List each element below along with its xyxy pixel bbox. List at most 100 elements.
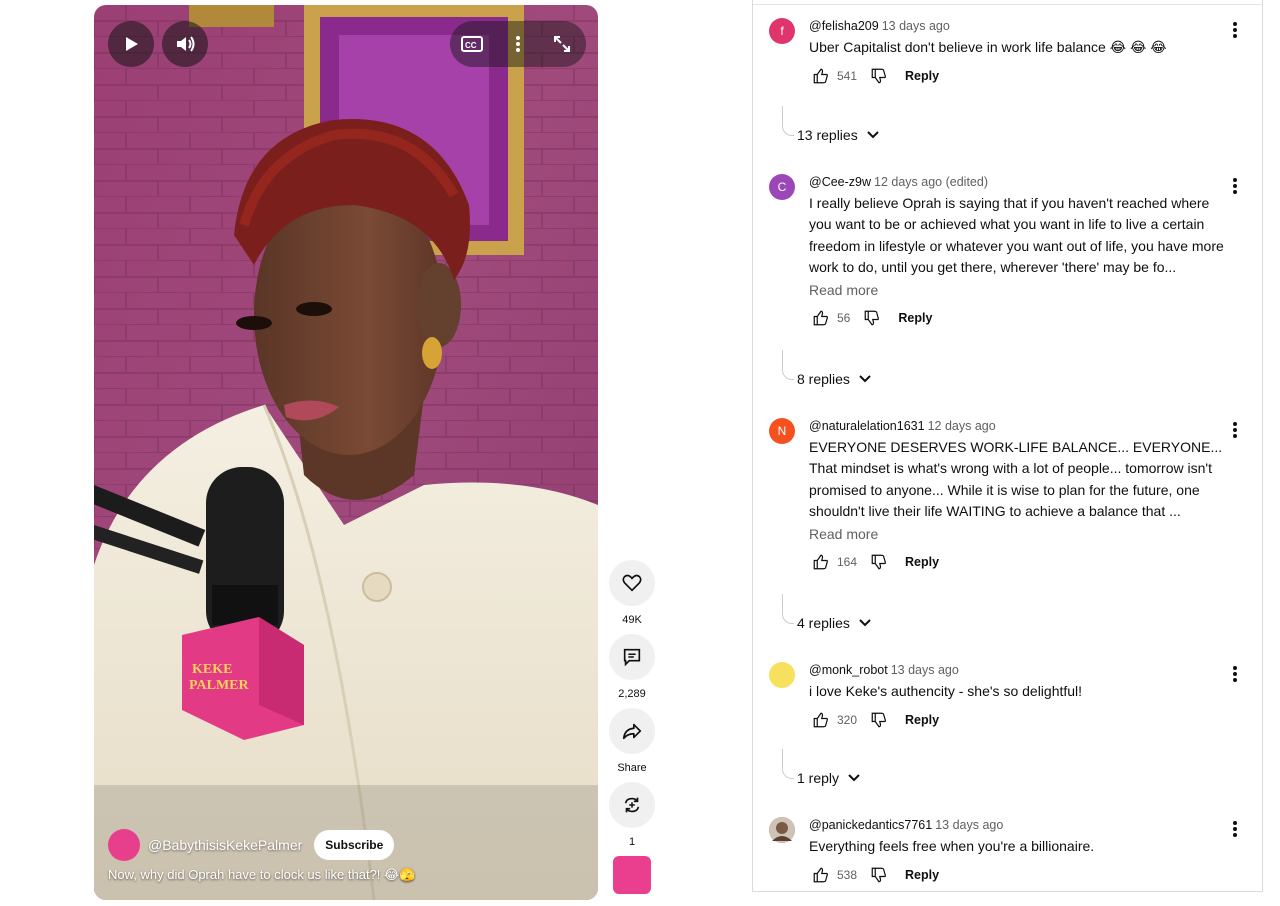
channel-name[interactable]: @BabythisisKekePalmer	[148, 837, 302, 853]
player-controls-pill: CC	[450, 21, 586, 67]
comments-button[interactable]	[609, 634, 655, 680]
thread-connector	[782, 350, 794, 380]
replies-toggle[interactable]: 13 replies	[797, 127, 880, 143]
comment-text: i love Keke's authencity - she's so deli…	[809, 683, 1083, 699]
read-more-link[interactable]: Read more	[809, 282, 878, 298]
chevron-down-icon	[866, 131, 879, 139]
more-options-button[interactable]	[496, 21, 540, 67]
comment-author[interactable]: @felisha209	[809, 19, 879, 33]
read-more-link[interactable]: Read more	[809, 526, 878, 542]
share-label: Share	[617, 762, 647, 774]
chevron-down-icon	[859, 375, 871, 383]
thumb-down-icon	[871, 867, 887, 883]
comment-avatar[interactable]: C	[769, 174, 795, 200]
replies-toggle[interactable]: 4 replies	[797, 615, 872, 631]
thumb-up-icon	[813, 554, 828, 570]
kebab-icon	[1233, 666, 1237, 682]
comment-avatar[interactable]: f	[769, 18, 795, 44]
replies-toggle[interactable]: 1 reply	[797, 770, 861, 786]
heart-icon	[622, 574, 642, 592]
comment-menu-button[interactable]	[1223, 418, 1247, 442]
reply-button[interactable]: Reply	[905, 69, 939, 83]
comment-avatar[interactable]	[769, 662, 795, 688]
reply-button[interactable]: Reply	[905, 555, 939, 569]
comment-text: Uber Capitalist don't believe in work li…	[809, 39, 1167, 55]
thumb-down-icon	[865, 310, 880, 326]
thumb-down-icon	[871, 68, 887, 84]
video-caption: Now, why did Oprah have to clock us like…	[108, 867, 416, 882]
like-comment-button[interactable]	[809, 306, 833, 330]
share-button[interactable]	[609, 708, 655, 754]
comment-menu-button[interactable]	[1223, 174, 1247, 198]
replies-count: 1 reply	[797, 770, 840, 786]
like-comment-button[interactable]	[809, 550, 833, 574]
cc-icon: CC	[461, 36, 483, 52]
like-count: 538	[837, 868, 858, 883]
comment-time[interactable]: 13 days ago	[891, 663, 959, 677]
fullscreen-button[interactable]	[540, 21, 584, 67]
replies-toggle[interactable]: 8 replies	[797, 371, 872, 387]
thumb-up-icon	[813, 867, 828, 883]
svg-text:PALMER: PALMER	[189, 678, 250, 693]
comment-avatar[interactable]	[769, 817, 795, 843]
like-comment-button[interactable]	[809, 64, 833, 88]
comment-author[interactable]: @Cee-z9w	[809, 175, 871, 189]
chevron-down-icon	[859, 619, 871, 627]
comment-menu-button[interactable]	[1223, 18, 1247, 42]
comment-time[interactable]: 13 days ago	[882, 19, 950, 33]
thumb-down-icon	[871, 554, 887, 570]
video-player[interactable]: KEKE PALMER CC @BabythisisKekePalmer Sub…	[94, 5, 598, 900]
share-icon	[622, 723, 642, 740]
dislike-comment-button[interactable]	[867, 64, 891, 88]
play-button[interactable]	[108, 21, 154, 67]
captions-button[interactable]: CC	[450, 21, 494, 67]
comment-action: 2,289	[608, 634, 656, 702]
like-count: 164	[837, 555, 858, 569]
volume-icon	[177, 36, 195, 52]
dislike-comment-button[interactable]	[860, 306, 884, 330]
thread-connector	[782, 749, 794, 779]
action-column: 49K 2,289 Share 1	[608, 560, 656, 856]
reply-button[interactable]: Reply	[898, 311, 932, 325]
avatar-photo	[769, 817, 795, 843]
dislike-comment-button[interactable]	[867, 708, 891, 732]
remix-action: 1	[608, 782, 656, 850]
comment-menu-button[interactable]	[1223, 817, 1247, 841]
like-button[interactable]	[609, 560, 655, 606]
comment-time[interactable]: 12 days ago	[928, 419, 996, 433]
thumb-up-icon	[813, 310, 828, 326]
reply-button[interactable]: Reply	[905, 713, 939, 727]
channel-row: @BabythisisKekePalmer Subscribe	[108, 829, 395, 861]
comment-time[interactable]: 12 days ago (edited)	[874, 175, 988, 189]
thumb-up-icon	[813, 712, 828, 728]
comment-icon	[623, 648, 641, 667]
video-frame: KEKE PALMER	[94, 5, 598, 900]
comment-text: I really believe Oprah is saying that if…	[809, 195, 1224, 275]
comment-author[interactable]: @panickedantics7761	[809, 818, 932, 832]
comment-author[interactable]: @monk_robot	[809, 663, 888, 677]
subscribe-button[interactable]: Subscribe	[314, 830, 395, 860]
play-icon	[126, 37, 138, 51]
comment-count: 2,289	[618, 688, 646, 700]
kebab-icon	[516, 36, 520, 52]
comment-menu-button[interactable]	[1223, 662, 1247, 686]
comment-avatar[interactable]: N	[769, 418, 795, 444]
remix-button[interactable]	[609, 782, 655, 828]
kebab-icon	[1233, 22, 1237, 38]
remix-count: 1	[628, 836, 636, 848]
like-comment-button[interactable]	[809, 708, 833, 732]
comment-text: EVERYONE DESERVES WORK-LIFE BALANCE... E…	[809, 439, 1223, 519]
comment-time[interactable]: 13 days ago	[935, 818, 1003, 832]
channel-avatar[interactable]	[108, 829, 140, 861]
reply-button[interactable]: Reply	[905, 868, 939, 882]
panel-divider	[753, 4, 1262, 5]
kebab-icon	[1233, 422, 1237, 438]
replies-count: 13 replies	[797, 127, 858, 143]
volume-button[interactable]	[162, 21, 208, 67]
like-comment-button[interactable]	[809, 863, 833, 887]
dislike-comment-button[interactable]	[867, 863, 891, 887]
sound-thumbnail[interactable]	[613, 856, 651, 894]
dislike-comment-button[interactable]	[867, 550, 891, 574]
chevron-down-icon	[848, 774, 860, 782]
comment-author[interactable]: @naturalelation1631	[809, 419, 925, 433]
